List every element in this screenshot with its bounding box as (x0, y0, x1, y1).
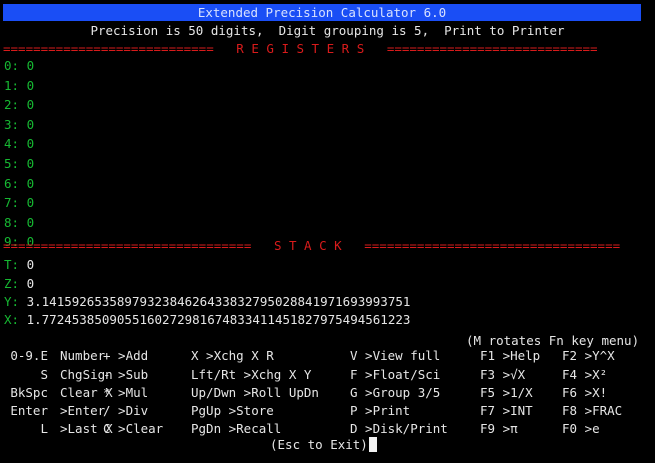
menu-key-entry: PgDn >Recall (191, 421, 282, 436)
menu-key-entry: / >Div (103, 403, 149, 418)
menu-key-entry: Up/Dwn >Roll UpDn (191, 385, 319, 400)
stack-value: 0 (26, 257, 35, 272)
menu-row: S ChgSign - >Sub Lft/Rt >Xchg X YF >Float/S… (0, 366, 655, 383)
menu-key-entry: C >Clear (103, 421, 164, 436)
menu-key-entry: F2 >Y^X (562, 348, 615, 363)
menu-key-entry: * >Mul (103, 385, 149, 400)
menu-key-entry: PgUp >Store (191, 403, 274, 418)
menu-key-entry: F4 >X² (562, 367, 608, 382)
register-label: 5: (4, 156, 20, 171)
stack-header-left-rule: ================================= (3, 238, 252, 253)
register-value: 0 (26, 156, 35, 171)
register-value: 0 (26, 97, 35, 113)
register-row: 8: 0 (4, 214, 34, 231)
stack-label: T: (4, 257, 20, 272)
menu-key-entry: Lft/Rt >Xchg X Y (191, 367, 312, 382)
exit-hint-text: (Esc to Exit) (270, 437, 368, 452)
stack-header-right-rule: ================================== (364, 238, 621, 253)
register-label: 6: (4, 175, 20, 191)
menu-key-entry: >Enter (60, 403, 106, 418)
stack-header-title: S T A C K (273, 238, 342, 253)
menu-key-entry: F8 >FRAC (562, 403, 623, 418)
stack-label: Y: (4, 294, 20, 309)
menu-row: 0-9.E Number + >Add X >Xchg X R V >View full… (0, 347, 655, 364)
menu-row: BkSpc Clear X * >Mul Up/Dwn >Roll UpDn G >Gr… (0, 384, 655, 401)
registers-header-title: R E G I S T E R S (236, 41, 365, 56)
register-row: 1: 0 (4, 77, 34, 94)
register-value: 0 (26, 77, 35, 93)
stack-row: Z: 0 (4, 275, 34, 292)
stack-value: 1.77245385090551602729816748334114518279… (26, 312, 411, 327)
register-label: 3: (4, 116, 20, 132)
menu-key-entry: D >Disk/Print (350, 421, 448, 436)
register-label: 7: (4, 195, 20, 211)
menu-key-entry: X >Xchg X R (191, 348, 274, 363)
status-line: Precision is 50 digits, Digit grouping i… (90, 23, 565, 38)
menu-row: L >Last XC >Clear PgDn >Recall D >Disk/Prin… (0, 420, 655, 437)
menu-key-entry: L (40, 421, 48, 436)
register-row: 6: 0 (4, 175, 34, 192)
register-label: 2: (4, 97, 20, 113)
menu-key-entry: F7 >INT (480, 403, 533, 418)
menu-row: Enter >Enter / >Div PgUp >Store P >Print F7 >… (0, 402, 655, 419)
register-label: 4: (4, 136, 20, 152)
register-row: 7: 0 (4, 194, 34, 211)
menu-key-entry: Number (60, 348, 106, 363)
stack-label: X: (4, 312, 20, 327)
menu-key-entry: F0 >e (562, 421, 600, 436)
stack-header: ================================= S T A … (3, 237, 620, 254)
register-value: 0 (26, 136, 35, 152)
stack-row: Y: 3.14159265358979323846264338327950288… (4, 293, 410, 310)
register-label: 8: (4, 214, 20, 230)
register-label: 1: (4, 77, 20, 93)
register-row: 4: 0 (4, 135, 34, 152)
menu-key-entry: S (40, 367, 48, 382)
menu-key-entry: F5 >1/X (480, 385, 533, 400)
menu-key-entry: - >Sub (103, 367, 149, 382)
register-row: 5: 0 (4, 155, 34, 172)
menu-key-entry: F1 >Help (480, 348, 541, 363)
menu-key-entry: V >View full (350, 348, 441, 363)
menu-key-entry: F >Float/Sci (350, 367, 441, 382)
menu-key-entry: F9 >π (480, 421, 518, 436)
menu-key-entry: G >Group 3/5 (350, 385, 441, 400)
register-value: 0 (26, 116, 35, 132)
register-row: 3: 0 (4, 116, 34, 133)
menu-key-entry: F3 >√X (480, 367, 526, 382)
registers-header: ============================ R E G I S T… (3, 40, 598, 57)
register-row: 2: 0 (4, 96, 34, 113)
menu-key-entry: + >Add (103, 348, 149, 363)
menu-key-entry: 0-9.E (10, 348, 48, 363)
window-title: Extended Precision Calculator 6.0 (3, 4, 641, 21)
menu-key-entry: BkSpc (10, 385, 48, 400)
registers-header-left-rule: ============================ (3, 41, 214, 56)
registers-header-right-rule: ============================ (386, 41, 598, 56)
register-value: 0 (26, 58, 35, 73)
stack-value: 3.14159265358979323846264338327950288419… (26, 294, 411, 309)
stack-row: X: 1.77245385090551602729816748334114518… (4, 311, 410, 328)
register-value: 0 (26, 214, 35, 230)
register-label: 0: (4, 58, 20, 73)
stack-row: T: 0 (4, 256, 34, 273)
stack-label: Z: (4, 276, 20, 291)
register-row: 0: 0 (4, 57, 34, 74)
stack-value: 0 (26, 276, 35, 291)
console-window: Extended Precision Calculator 6.0 Precis… (0, 0, 655, 463)
menu-key-entry: P >Print (350, 403, 411, 418)
menu-key-entry: F6 >X! (562, 385, 608, 400)
register-value: 0 (26, 195, 35, 211)
text-cursor (368, 437, 377, 452)
register-value: 0 (26, 175, 35, 191)
menu-key-entry: Enter (10, 403, 48, 418)
exit-hint: (Esc to Exit) (270, 436, 377, 453)
